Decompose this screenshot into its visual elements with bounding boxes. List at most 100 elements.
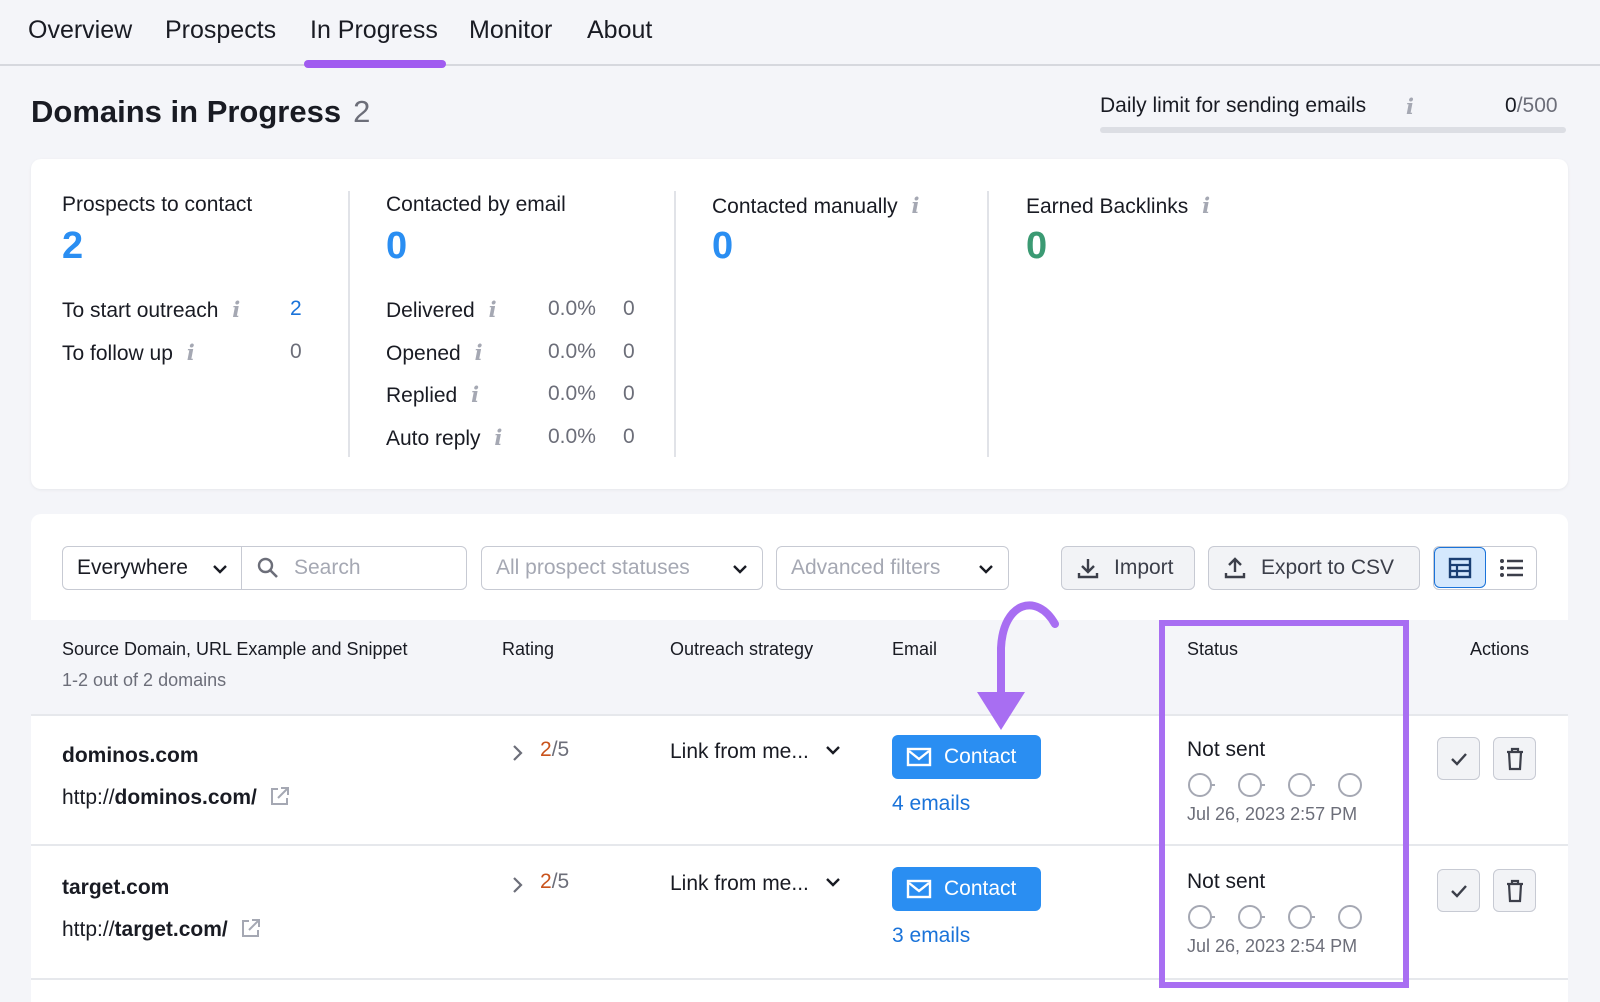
page-title: Domains in Progress 2	[31, 94, 370, 130]
stats-card: Prospects to contact 2 To start outreach…	[31, 159, 1568, 489]
tab-prospects[interactable]: Prospects	[165, 16, 276, 45]
column-source[interactable]: Source Domain, URL Example and Snippet	[62, 639, 408, 660]
auto-reply-info-icon[interactable]: i	[494, 425, 502, 450]
advanced-filters-placeholder: Advanced filters	[791, 556, 941, 579]
daily-used: 0	[1505, 94, 1517, 117]
advanced-filters-select[interactable]: Advanced filters	[776, 546, 1009, 590]
emails-link[interactable]: 3 emails	[892, 924, 970, 948]
contacted-manually-info-icon[interactable]: i	[911, 193, 919, 218]
emails-link[interactable]: 4 emails	[892, 792, 970, 816]
domains-count-caption: 1-2 out of 2 domains	[62, 670, 227, 690]
table-view-icon	[1448, 557, 1472, 578]
replied-value: 0	[623, 382, 635, 405]
envelope-icon	[906, 879, 932, 899]
tab-overview[interactable]: Overview	[28, 16, 132, 45]
domain-rating: 2/5	[540, 738, 570, 761]
replied-info-icon[interactable]: i	[471, 382, 479, 407]
mark-done-button[interactable]	[1437, 737, 1480, 780]
daily-total: /500	[1516, 94, 1558, 117]
column-email[interactable]: Email	[892, 639, 937, 660]
replied-pct: 0.0%	[548, 382, 596, 405]
status-text: Not sent	[1187, 870, 1266, 893]
import-button-label: Import	[1114, 556, 1174, 579]
check-icon	[1450, 752, 1467, 766]
tab-in-progress[interactable]: In Progress	[304, 16, 446, 68]
contacted-by-email-label: Contacted by email	[386, 193, 566, 216]
search-placeholder: Search	[294, 556, 361, 579]
chevron-down-icon	[213, 565, 227, 574]
stats-divider	[674, 191, 676, 457]
contact-button[interactable]: Contact	[892, 735, 1041, 779]
column-status[interactable]: Status	[1187, 639, 1238, 660]
contact-button-label: Contact	[944, 745, 1017, 768]
download-icon	[1077, 559, 1099, 579]
source-url[interactable]: http://dominos.com/	[62, 785, 291, 810]
search-input[interactable]: Search	[241, 546, 467, 590]
import-button[interactable]: Import	[1061, 546, 1195, 590]
list-view-icon	[1500, 558, 1523, 577]
stats-divider	[348, 191, 350, 457]
chevron-down-icon	[825, 878, 840, 887]
delivered-value: 0	[623, 297, 635, 320]
delete-button[interactable]	[1493, 737, 1536, 780]
opened-value: 0	[623, 340, 635, 363]
earned-backlinks-info-icon[interactable]: i	[1202, 193, 1210, 218]
mark-done-button[interactable]	[1437, 869, 1480, 912]
table-header: Source Domain, URL Example and Snippet 1…	[31, 620, 1568, 714]
daily-limit-progress-bar	[1100, 127, 1566, 133]
chevron-down-icon	[825, 746, 840, 755]
chevron-right-icon[interactable]	[510, 876, 524, 894]
prospect-status-select[interactable]: All prospect statuses	[481, 546, 763, 590]
column-actions: Actions	[1470, 639, 1530, 659]
opened-info-icon[interactable]: i	[475, 340, 483, 365]
to-follow-up-value: 0	[290, 340, 302, 363]
delivered-info-icon[interactable]: i	[489, 297, 497, 322]
source-domain: dominos.com	[62, 744, 199, 767]
daily-limit-value: 0/500	[1505, 94, 1558, 118]
check-icon	[1450, 884, 1467, 898]
prospects-to-contact-value[interactable]: 2	[62, 225, 83, 268]
daily-limit-info-icon[interactable]: i	[1406, 94, 1414, 119]
auto-reply-pct: 0.0%	[548, 425, 596, 448]
to-start-outreach-info-icon[interactable]: i	[232, 297, 240, 322]
table-view-button[interactable]	[1434, 547, 1486, 588]
chevron-right-icon[interactable]	[510, 744, 524, 762]
external-link-icon[interactable]	[269, 785, 291, 807]
upload-icon	[1224, 557, 1246, 579]
list-view-button[interactable]	[1486, 547, 1536, 588]
source-domain: target.com	[62, 876, 170, 899]
export-csv-button[interactable]: Export to CSV	[1208, 546, 1420, 590]
table-row: target.com http://target.com/ 2/5 Link f…	[31, 848, 1568, 980]
column-rating[interactable]: Rating	[502, 639, 554, 660]
status-date: Jul 26, 2023 2:54 PM	[1187, 936, 1358, 956]
external-link-icon[interactable]	[240, 917, 262, 939]
chevron-down-icon	[733, 565, 747, 574]
source-url[interactable]: http://target.com/	[62, 917, 262, 942]
delivered-label: Delivered i	[386, 297, 497, 322]
outreach-strategy-select[interactable]: Link from me...	[670, 872, 841, 896]
to-start-outreach-label: To start outreach i	[62, 297, 241, 322]
contact-button[interactable]: Contact	[892, 867, 1041, 911]
chevron-down-icon	[979, 565, 993, 574]
domain-rating: 2/5	[540, 870, 570, 893]
scope-select[interactable]: Everywhere	[62, 546, 243, 590]
outreach-strategy-select[interactable]: Link from me...	[670, 740, 841, 764]
top-navigation: Overview Prospects In Progress Monitor A…	[0, 0, 1600, 68]
domain-count: 2	[353, 94, 371, 129]
status-progress-steps	[1188, 905, 1362, 929]
scope-select-value: Everywhere	[77, 556, 188, 579]
to-follow-up-info-icon[interactable]: i	[187, 340, 195, 365]
auto-reply-label: Auto reply i	[386, 425, 503, 450]
earned-backlinks-value: 0	[1026, 225, 1048, 267]
column-outreach-strategy[interactable]: Outreach strategy	[670, 639, 813, 660]
to-start-outreach-value[interactable]: 2	[290, 297, 302, 321]
tab-monitor[interactable]: Monitor	[469, 16, 552, 45]
tab-about[interactable]: About	[587, 16, 652, 45]
prospect-status-placeholder: All prospect statuses	[496, 556, 690, 579]
export-csv-button-label: Export to CSV	[1261, 556, 1395, 579]
status-text: Not sent	[1187, 738, 1266, 761]
search-icon	[257, 557, 278, 578]
opened-label: Opened i	[386, 340, 483, 365]
delete-button[interactable]	[1493, 869, 1536, 912]
status-progress-steps	[1188, 773, 1362, 797]
